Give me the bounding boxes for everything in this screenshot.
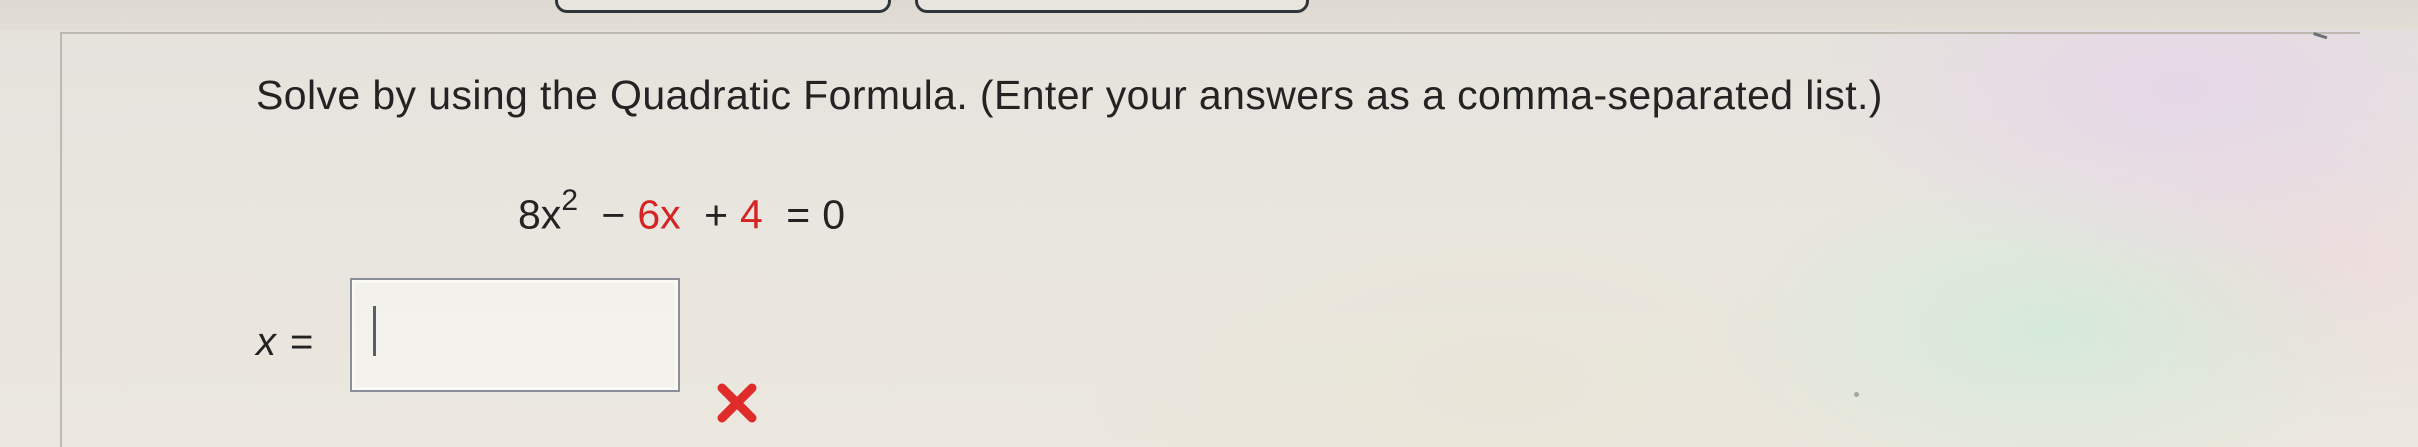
answer-equals: = bbox=[290, 320, 314, 364]
question-prompt: Solve by using the Quadratic Formula. (E… bbox=[256, 72, 1883, 118]
equation-term-1: 8x bbox=[518, 191, 562, 238]
top-tab-button[interactable] bbox=[555, 0, 891, 13]
text-caret bbox=[373, 306, 376, 356]
equation-term-3: 4 bbox=[740, 191, 763, 238]
equation-operator: − bbox=[601, 191, 626, 238]
answer-label: x = bbox=[256, 320, 313, 365]
equation-rhs: 0 bbox=[822, 191, 846, 238]
divider bbox=[60, 32, 62, 447]
x-mark-icon bbox=[717, 383, 757, 423]
top-tab-button[interactable] bbox=[915, 0, 1309, 13]
speck bbox=[1854, 392, 1859, 397]
equation-operator: + bbox=[704, 191, 729, 238]
equation-operator: = bbox=[786, 191, 811, 238]
answer-input[interactable] bbox=[350, 278, 680, 392]
equation: 8x2 −6x +4 = 0 bbox=[518, 184, 846, 239]
corner-mark bbox=[2310, 32, 2328, 47]
divider bbox=[60, 32, 2360, 34]
equation-term-2: 6x bbox=[637, 191, 681, 238]
answer-variable: x bbox=[256, 320, 276, 364]
equation-exponent: 2 bbox=[561, 184, 578, 217]
